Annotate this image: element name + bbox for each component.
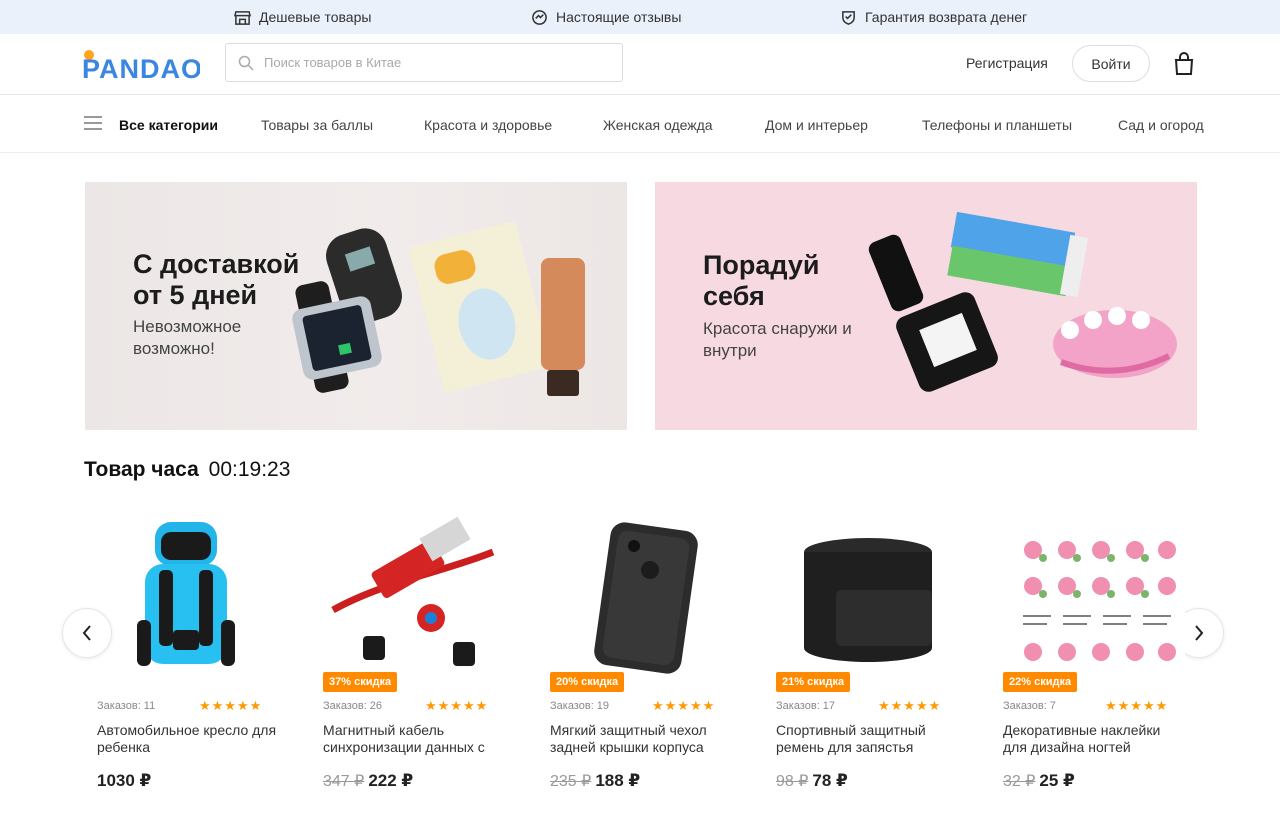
current-price: 222 ₽: [368, 771, 414, 790]
promo-item-reviews: Настоящие отзывы: [531, 0, 681, 34]
header: PANDAO Регистрация Войти: [0, 34, 1280, 95]
discount-badge: 37% скидка: [323, 672, 398, 692]
discount-badge: 22% скидка: [1003, 672, 1078, 692]
product-card[interactable]: 37% скидка Заказов: 26 ★★★★★ Магнитный к…: [323, 512, 513, 802]
product-name[interactable]: Мягкий защитный чехол задней крышки корп…: [550, 722, 730, 758]
orders-count: Заказов: 26: [323, 700, 383, 712]
beauty-products-image: [868, 212, 1177, 392]
register-link[interactable]: Регистрация: [966, 55, 1048, 71]
promo-label: Гарантия возврата денег: [865, 9, 1028, 25]
discount-badge: 20% скидка: [550, 672, 625, 692]
product-name[interactable]: Автомобильное кресло для ребенка: [97, 722, 277, 758]
deal-heading: Товар часа 00:19:23: [84, 458, 290, 482]
login-button[interactable]: Войти: [1072, 45, 1150, 82]
rating-stars: ★★★★★: [878, 698, 942, 713]
product-card[interactable]: 21% скидка Заказов: 17 ★★★★★ Спортивный …: [776, 512, 966, 802]
promo-label: Настоящие отзывы: [556, 9, 682, 25]
rating-stars: ★★★★★: [425, 698, 489, 713]
rating-stars: ★★★★★: [652, 698, 716, 713]
product-price: 235 ₽188 ₽: [550, 771, 640, 791]
product-card[interactable]: 22% скидка Заказов: 7 ★★★★★ Декоративные…: [1003, 512, 1193, 802]
orders-count: Заказов: 19: [550, 700, 610, 712]
menu-icon[interactable]: [84, 116, 102, 130]
nav-item[interactable]: Дом и интерьер: [765, 117, 868, 133]
old-price: 98 ₽: [776, 773, 809, 790]
banner-subtitle: Красота снаружи и внутри: [703, 319, 852, 360]
search-icon: [238, 55, 254, 71]
nail-stickers-image: [1015, 532, 1185, 670]
deal-label: Товар часа: [84, 458, 199, 481]
banner-title: Порадуй себя: [703, 250, 820, 311]
orders-count: Заказов: 11: [97, 700, 156, 712]
magnetic-cable-image: [331, 516, 495, 666]
old-price: 235 ₽: [550, 773, 592, 790]
nav-item[interactable]: Красота и здоровье: [424, 117, 552, 133]
rating-stars: ★★★★★: [199, 698, 263, 713]
bag-icon[interactable]: [1173, 52, 1195, 76]
current-price: 1030 ₽: [97, 771, 152, 790]
banner-beauty[interactable]: Порадуй себя Красота снаружи и внутри: [655, 182, 1197, 430]
chevron-left-icon: [82, 625, 91, 641]
nav-item[interactable]: Товары за баллы: [261, 117, 373, 133]
phone-case-image: [594, 522, 698, 674]
product-price: 98 ₽78 ₽: [776, 771, 848, 791]
banner-subtitle: Невозможное возможно!: [133, 317, 242, 358]
promo-item-guarantee: Гарантия возврата денег: [840, 0, 1027, 34]
promo-item-cheap: Дешевые товары: [234, 0, 371, 34]
old-price: 32 ₽: [1003, 773, 1036, 790]
search-box[interactable]: [225, 43, 623, 82]
chevron-right-icon: [1195, 625, 1204, 641]
category-nav: Все категории Товары за баллы Красота и …: [0, 95, 1280, 153]
svg-text:PANDAO: PANDAO: [82, 54, 200, 84]
promo-label: Дешевые товары: [259, 9, 372, 25]
car-seat-image: [137, 522, 235, 666]
orders-count: Заказов: 17: [776, 700, 836, 712]
current-price: 78 ₽: [812, 771, 848, 790]
store-icon: [234, 10, 251, 25]
rating-stars: ★★★★★: [1105, 698, 1169, 713]
product-name[interactable]: Магнитный кабель синхронизации данных с: [323, 722, 503, 758]
gadgets-image: [292, 221, 585, 396]
product-name[interactable]: Декоративные наклейки для дизайна ногтей: [1003, 722, 1183, 758]
product-card[interactable]: 20% скидка Заказов: 19 ★★★★★ Мягкий защи…: [550, 512, 740, 802]
product-price: 32 ₽25 ₽: [1003, 771, 1075, 791]
current-price: 25 ₽: [1039, 771, 1075, 790]
product-card[interactable]: Заказов: 11 ★★★★★ Автомобильное кресло д…: [97, 512, 287, 802]
old-price: 347 ₽: [323, 773, 365, 790]
nav-item[interactable]: Сад и огород: [1118, 117, 1204, 133]
nav-all-categories[interactable]: Все категории: [119, 117, 218, 133]
nav-item[interactable]: Женская одежда: [603, 117, 713, 133]
search-input[interactable]: [264, 55, 604, 70]
promo-strip: Дешевые товары Настоящие отзывы Гарантия…: [0, 0, 1280, 34]
discount-badge: 21% скидка: [776, 672, 851, 692]
orders-count: Заказов: 7: [1003, 700, 1056, 712]
product-price: 347 ₽222 ₽: [323, 771, 413, 791]
nav-item[interactable]: Телефоны и планшеты: [922, 117, 1072, 133]
review-icon: [532, 9, 547, 25]
product-price: 1030 ₽: [97, 771, 151, 791]
shield-icon: [842, 10, 855, 25]
pandao-logo[interactable]: PANDAO: [82, 44, 200, 84]
deal-timer: 00:19:23: [208, 458, 291, 481]
current-price: 188 ₽: [595, 771, 641, 790]
product-name[interactable]: Спортивный защитный ремень для запястья: [776, 722, 956, 758]
wrist-strap-image: [804, 538, 932, 662]
banner-delivery[interactable]: С доставкой от 5 дней Невозможное возмож…: [85, 182, 627, 430]
